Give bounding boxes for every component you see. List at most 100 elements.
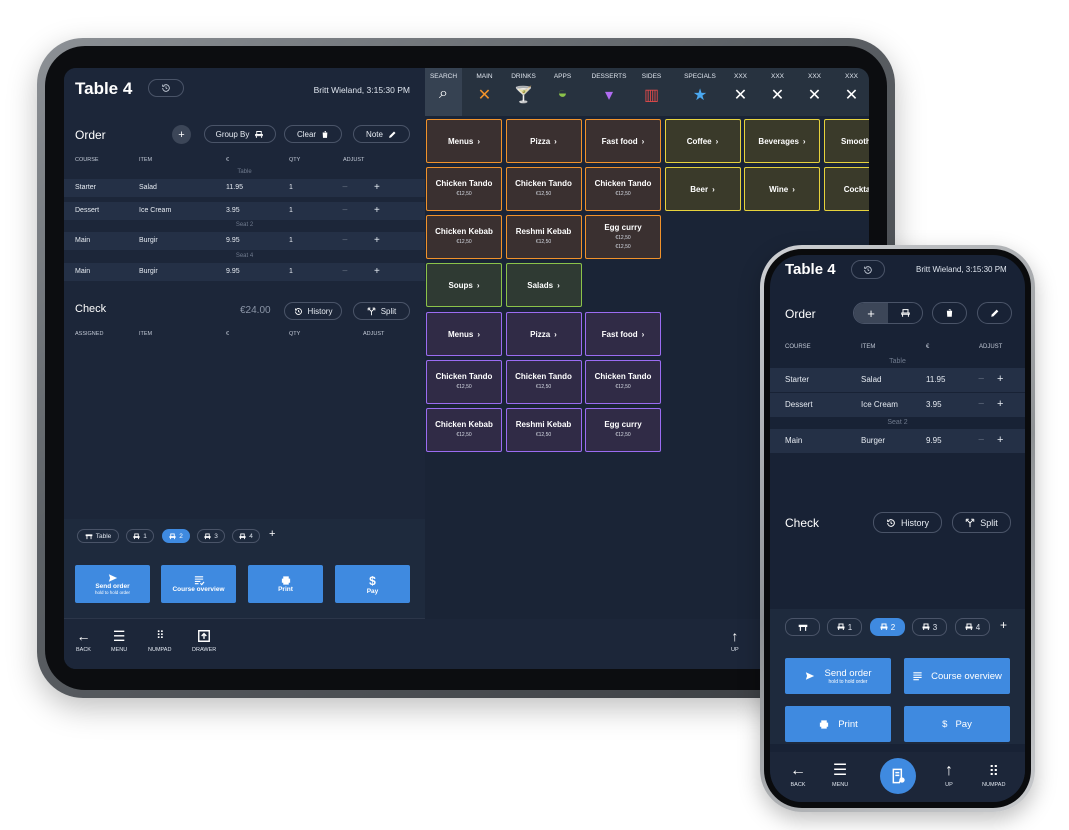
minus-button[interactable]: − <box>342 235 348 246</box>
menu-tile[interactable]: Wine › <box>744 167 820 211</box>
phone-print[interactable]: Print <box>785 706 891 742</box>
menu-tile[interactable]: Menus › <box>426 119 502 163</box>
check-history-button[interactable]: History <box>284 302 342 320</box>
seat-1-chip[interactable]: 1 <box>126 529 154 543</box>
minus-button[interactable]: − <box>978 434 984 446</box>
phone-check-history[interactable]: History <box>873 512 942 533</box>
phone-split-button[interactable]: Split <box>952 512 1011 533</box>
minus-button[interactable]: − <box>342 182 348 193</box>
minus-button[interactable]: − <box>978 373 984 385</box>
cat-specials[interactable]: SPECIALS ★ <box>678 68 722 116</box>
table-row[interactable]: Main Burgir 9.95 1 − + <box>64 263 425 281</box>
phone-history-chip[interactable] <box>851 260 885 279</box>
print-button[interactable]: Print <box>248 565 323 603</box>
pay-button[interactable]: $ Pay <box>335 565 410 603</box>
phone-group-button[interactable] <box>888 303 922 323</box>
menu-tile[interactable]: Cocktails <box>823 167 869 211</box>
plus-button[interactable]: + <box>997 398 1003 410</box>
menu-tile[interactable]: Egg curry €12,50 €12,50 <box>585 215 661 259</box>
add-seat-button[interactable]: + <box>269 528 275 540</box>
menu-tile[interactable]: Fast food › <box>585 312 661 356</box>
cat-desserts[interactable]: DESSERTS ▾ <box>587 68 631 116</box>
menu-tile[interactable]: Pizza › <box>505 119 582 163</box>
phone-order-fab[interactable] <box>880 758 916 794</box>
menu-tile[interactable]: Reshmi Kebab €12,50 <box>505 215 582 259</box>
menu-tile[interactable]: Reshmi Kebab €12,50 <box>505 408 582 452</box>
minus-button[interactable]: − <box>978 398 984 410</box>
phone-seat-4[interactable]: 4 <box>955 618 990 636</box>
clear-button[interactable]: Clear <box>284 125 342 143</box>
nav-up[interactable]: ↑ UP <box>731 629 739 653</box>
phone-nav-up[interactable]: ↑ UP <box>945 763 953 789</box>
phone-pay[interactable]: $ Pay <box>904 706 1010 742</box>
cat-apps[interactable]: APPS ◒ <box>544 68 581 116</box>
phone-seat-3[interactable]: 3 <box>912 618 947 636</box>
menu-tile[interactable]: Chicken Kebab €12,50 <box>426 408 502 452</box>
menu-tile[interactable]: Beverages › <box>744 119 820 163</box>
table-row[interactable]: Main Burgir 9.95 1 − + <box>64 232 425 250</box>
plus-button[interactable]: + <box>374 266 380 277</box>
phone-nav-back[interactable]: ← BACK <box>790 763 806 789</box>
menu-tile[interactable]: Chicken Kebab €12,50 <box>426 215 502 259</box>
plus-button[interactable]: + <box>374 205 380 216</box>
seat-4-chip[interactable]: 4 <box>232 529 260 543</box>
minus-button[interactable]: − <box>342 266 348 277</box>
menu-tile[interactable]: Soups › <box>426 263 502 307</box>
group-by-button[interactable]: Group By <box>204 125 276 143</box>
menu-tile[interactable]: Egg curry €12,50 <box>585 408 661 452</box>
cat-xxx-3[interactable]: XXX ✕ <box>796 68 833 116</box>
history-button[interactable] <box>148 79 184 97</box>
nav-menu[interactable]: ☰ MENU <box>111 629 127 653</box>
cat-xxx-4[interactable]: XXX ✕ <box>833 68 869 116</box>
cat-xxx-2[interactable]: XXX ✕ <box>759 68 796 116</box>
table-row[interactable]: Starter Salad 11.95 − + <box>770 368 1025 392</box>
table-row[interactable]: Dessert Ice Cream 3.95 − + <box>770 393 1025 417</box>
menu-tile[interactable]: Salads › <box>505 263 582 307</box>
nav-numpad[interactable]: ⠿ NUMPAD <box>148 629 171 653</box>
menu-tile[interactable]: Chicken Tando €12,50 <box>505 360 582 404</box>
cat-main[interactable]: MAIN ✕ <box>466 68 503 116</box>
plus-button[interactable]: + <box>997 373 1003 385</box>
table-row[interactable]: Starter Salad 11.95 1 − + <box>64 179 425 197</box>
phone-note-button[interactable] <box>977 302 1012 324</box>
phone-seat-table[interactable] <box>785 618 820 636</box>
menu-tile[interactable]: Beer › <box>664 167 741 211</box>
phone-course-overview[interactable]: Course overview <box>904 658 1010 694</box>
seat-2-chip[interactable]: 2 <box>162 529 190 543</box>
seat-3-chip[interactable]: 3 <box>197 529 225 543</box>
cat-xxx-1[interactable]: XXX ✕ <box>722 68 759 116</box>
minus-button[interactable]: − <box>342 205 348 216</box>
table-row[interactable]: Dessert Ice Cream 3.95 1 − + <box>64 202 425 220</box>
menu-tile[interactable]: Coffee › <box>664 119 741 163</box>
nav-back[interactable]: ← BACK <box>76 629 91 653</box>
seat-table-chip[interactable]: Table <box>77 529 119 543</box>
menu-tile[interactable]: Fast food › <box>585 119 661 163</box>
nav-drawer[interactable]: DRAWER <box>192 629 216 653</box>
cat-search[interactable]: SEARCH ⌕ <box>425 68 462 116</box>
plus-button[interactable]: + <box>374 182 380 193</box>
phone-send-order[interactable]: Send order hold to hold order <box>785 658 891 694</box>
note-button[interactable]: Note <box>353 125 410 143</box>
plus-button[interactable]: + <box>997 434 1003 446</box>
menu-tile[interactable]: Chicken Tando €12,50 <box>585 360 661 404</box>
phone-add-button[interactable]: + <box>854 303 888 323</box>
phone-clear-button[interactable] <box>932 302 967 324</box>
menu-tile[interactable]: Smoothies <box>823 119 869 163</box>
menu-tile[interactable]: Chicken Tando €12,50 <box>426 360 502 404</box>
split-button[interactable]: Split <box>353 302 410 320</box>
course-overview-button[interactable]: Course overview <box>161 565 236 603</box>
table-row[interactable]: Main Burger 9.95 − + <box>770 429 1025 453</box>
phone-nav-numpad[interactable]: ⠿ NUMPAD <box>982 764 1005 788</box>
phone-add-seat[interactable]: + <box>1000 618 1007 632</box>
cat-drinks[interactable]: DRINKS 🍸 <box>505 68 542 116</box>
menu-tile[interactable]: Pizza › <box>505 312 582 356</box>
plus-button[interactable]: + <box>374 235 380 246</box>
menu-tile[interactable]: Chicken Tando €12,50 <box>505 167 582 211</box>
phone-nav-menu[interactable]: ☰ MENU <box>832 763 848 789</box>
menu-tile[interactable]: Chicken Tando €12,50 <box>585 167 661 211</box>
menu-tile[interactable]: Menus › <box>426 312 502 356</box>
add-button[interactable]: + <box>172 125 191 144</box>
phone-seat-2[interactable]: 2 <box>870 618 905 636</box>
send-order-button[interactable]: Send order hold to hold order <box>75 565 150 603</box>
menu-tile[interactable]: Chicken Tando €12,50 <box>426 167 502 211</box>
